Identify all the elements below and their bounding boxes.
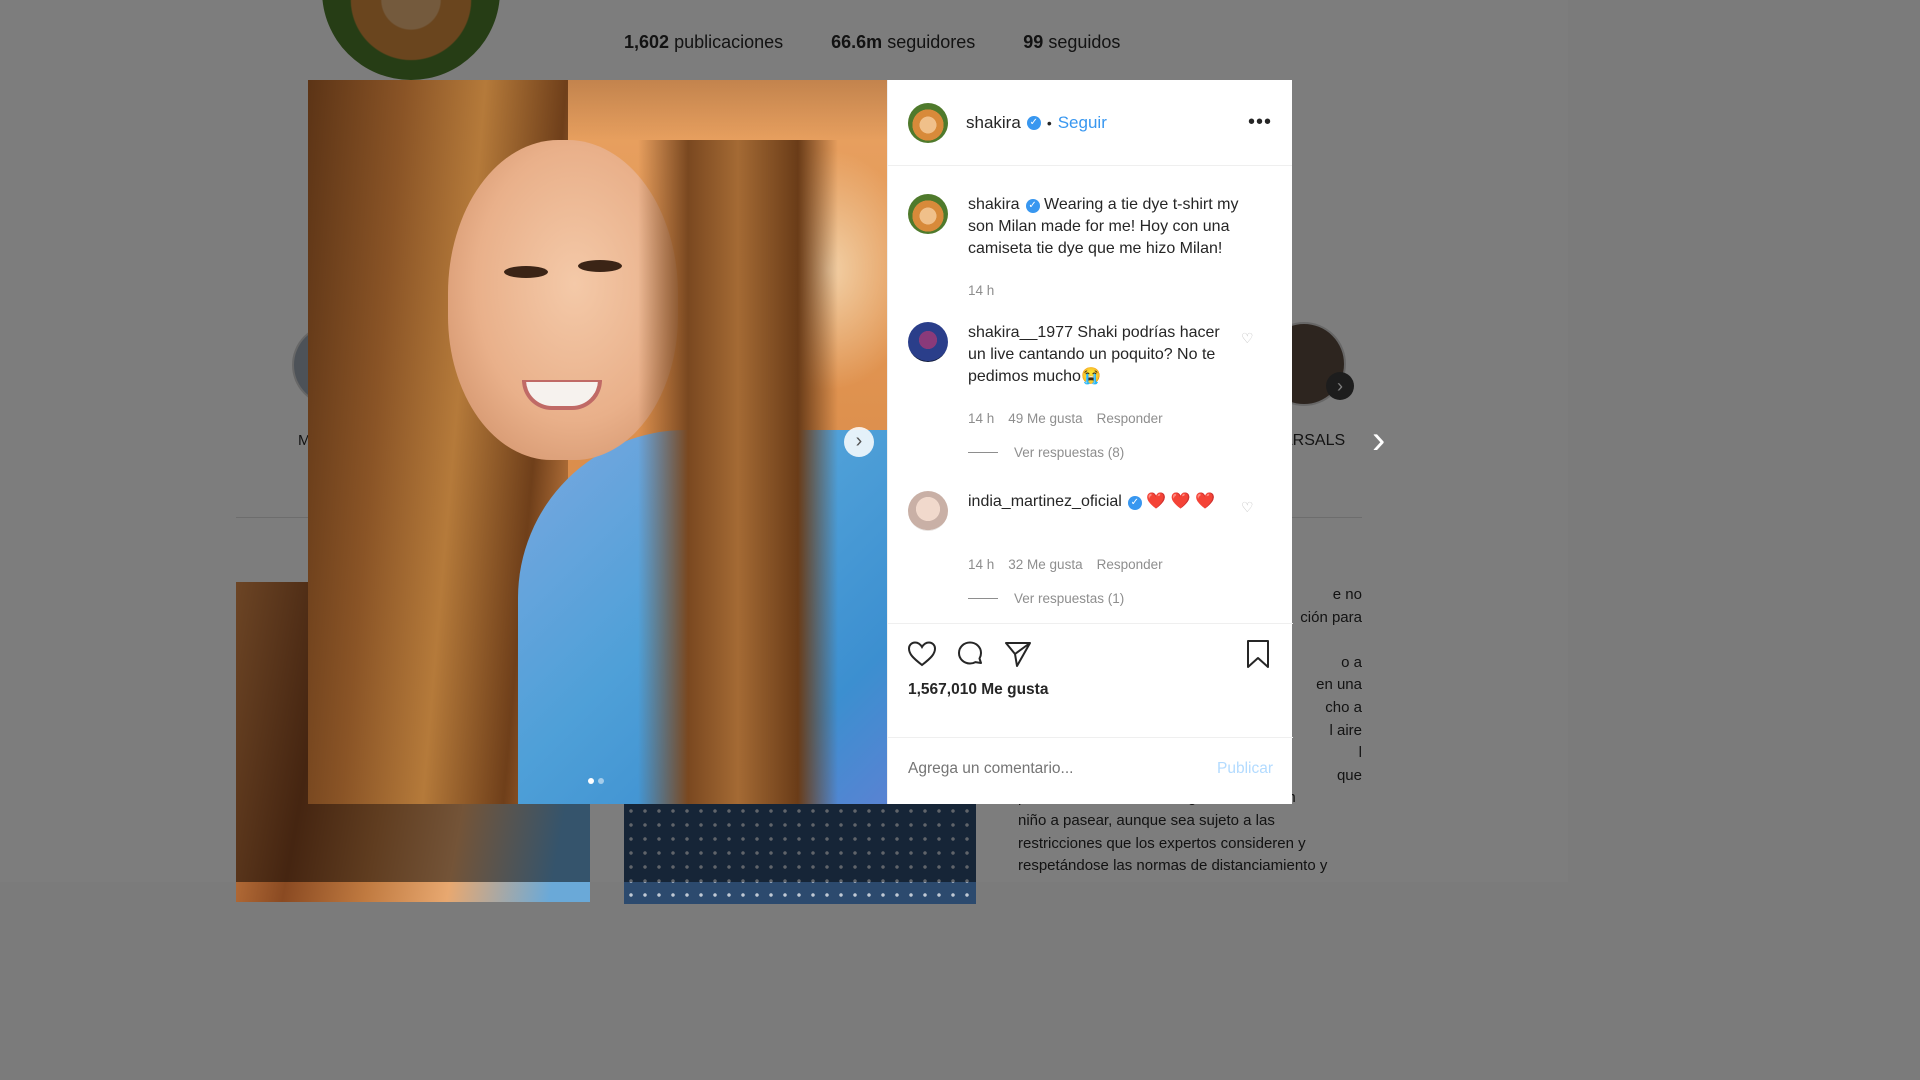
comments-list[interactable]: shakira ✓ Wearing a tie dye t-shirt my so…: [888, 167, 1293, 623]
carousel-next-icon[interactable]: ›: [844, 427, 874, 457]
separator-dot: •: [1046, 114, 1052, 131]
comment-like-icon[interactable]: ♡: [1241, 499, 1254, 516]
likes-count[interactable]: 1,567,010 Me gusta: [908, 681, 1048, 699]
carousel-dot: [588, 778, 594, 784]
comment-time[interactable]: 14 h: [968, 557, 994, 572]
share-icon[interactable]: [1002, 638, 1034, 670]
caption-avatar[interactable]: [908, 194, 948, 234]
caption-username[interactable]: shakira: [968, 196, 1020, 213]
verified-badge-icon: ✓: [1127, 496, 1142, 510]
more-options-icon[interactable]: •••: [1248, 111, 1272, 134]
comment-like-icon[interactable]: ♡: [1241, 330, 1254, 347]
view-replies-button[interactable]: Ver respuestas (1): [968, 591, 1124, 606]
reply-button[interactable]: Responder: [1097, 411, 1163, 426]
author-username[interactable]: shakira: [966, 113, 1021, 133]
post-actions: 1,567,010 Me gusta: [888, 623, 1293, 708]
comment-icon[interactable]: [954, 638, 986, 670]
verified-badge-icon: ✓: [1025, 199, 1040, 213]
comment-text: ❤️ ❤️ ❤️: [1146, 493, 1215, 510]
comment-input[interactable]: [908, 760, 1188, 778]
author-avatar[interactable]: [908, 102, 948, 143]
replies-line: [968, 452, 998, 453]
post-sidebar: shakira ✓ • Seguir ••• shakira ✓ Wearing …: [887, 80, 1293, 804]
publish-button[interactable]: Publicar: [1217, 760, 1273, 778]
add-comment-bar: Publicar: [888, 737, 1293, 804]
replies-line: [968, 598, 998, 599]
carousel-dots: [588, 778, 604, 784]
comment-body: shakira__1977 Shaki podrías hacer un liv…: [968, 322, 1228, 388]
comment-likes[interactable]: 49 Me gusta: [1008, 411, 1082, 426]
post-modal: › shakira ✓ • Seguir ••• shakira ✓ Wearin…: [308, 80, 1293, 804]
view-replies-label: Ver respuestas (8): [1014, 445, 1125, 460]
comment-username[interactable]: shakira__1977: [968, 324, 1073, 341]
comment-avatar[interactable]: [908, 491, 948, 531]
verified-badge-icon: ✓: [1026, 115, 1041, 130]
caption-body: shakira ✓ Wearing a tie dye t-shirt my so…: [968, 194, 1268, 260]
comment-time[interactable]: 14 h: [968, 411, 994, 426]
like-icon[interactable]: [906, 638, 938, 670]
carousel-dot: [598, 778, 604, 784]
view-replies-label: Ver respuestas (1): [1014, 591, 1125, 606]
caption-time[interactable]: 14 h: [968, 283, 994, 298]
save-bookmark-icon[interactable]: [1242, 638, 1274, 670]
comment-likes[interactable]: 32 Me gusta: [1008, 557, 1082, 572]
comment-meta: 14 h 49 Me gusta Responder: [968, 411, 1163, 426]
comment-meta: 14 h 32 Me gusta Responder: [968, 557, 1163, 572]
modal-next-post-icon[interactable]: ›: [1372, 420, 1385, 460]
follow-button[interactable]: Seguir: [1058, 113, 1107, 133]
comment-avatar[interactable]: [908, 322, 948, 362]
view-replies-button[interactable]: Ver respuestas (8): [968, 445, 1124, 460]
post-photo[interactable]: ›: [308, 80, 887, 804]
comment-body: india_martinez_oficial ✓ ❤️ ❤️ ❤️: [968, 491, 1228, 513]
caption-meta: 14 h: [968, 283, 994, 298]
post-header: shakira ✓ • Seguir •••: [888, 80, 1292, 166]
comment-username[interactable]: india_martinez_oficial: [968, 493, 1122, 510]
reply-button[interactable]: Responder: [1097, 557, 1163, 572]
